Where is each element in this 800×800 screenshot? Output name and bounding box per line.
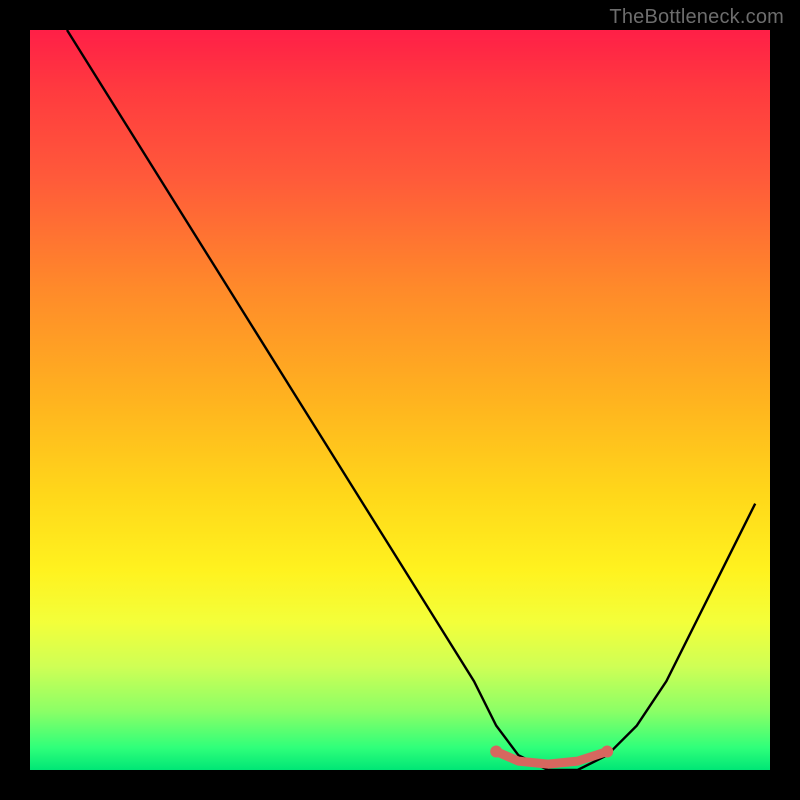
optimal-range-dot [490,746,502,758]
chart-frame: TheBottleneck.com [0,0,800,800]
bottleneck-curve [67,30,755,770]
watermark-text: TheBottleneck.com [609,6,784,29]
chart-svg [30,30,770,770]
optimal-range-dot [601,746,613,758]
